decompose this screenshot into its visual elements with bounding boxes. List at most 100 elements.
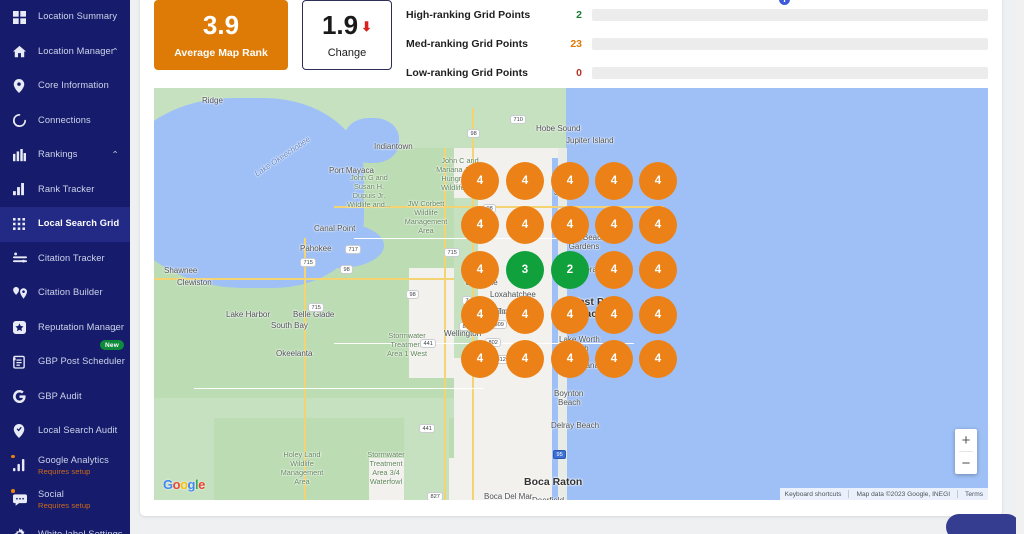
road-shield: 98 — [467, 129, 481, 138]
sidebar-item-label: White-label Settings — [38, 528, 123, 534]
change-value: 1.9 — [321, 9, 359, 40]
road-shield: 827 — [427, 492, 444, 500]
connections-icon — [13, 113, 30, 128]
sidebar-item-label: Citation Tracker — [38, 252, 105, 263]
grid-rank-pin[interactable]: 4 — [595, 340, 633, 378]
sidebar-item-text: Core Information — [38, 81, 109, 91]
analytics-icon — [13, 458, 30, 473]
grid-rank-pin[interactable]: 4 — [461, 340, 499, 378]
grid-stat-row: Med-ranking Grid Points 23 — [406, 29, 988, 58]
grid-stat-count: 23 — [570, 37, 582, 50]
grid-rank-pin[interactable]: 4 — [506, 162, 544, 200]
grid-rank-pin[interactable]: 4 — [639, 340, 677, 378]
grid-rank-pin[interactable]: 4 — [551, 162, 589, 200]
grid-rank-pin[interactable]: 4 — [551, 206, 589, 244]
grid-rank-pin[interactable]: 4 — [551, 340, 589, 378]
grid-rank-pin[interactable]: 4 — [595, 251, 633, 289]
sidebar-item-social[interactable]: Social Requires setup — [0, 483, 130, 518]
grid-stat-row: Low-ranking Grid Points 0 — [406, 58, 988, 87]
sidebar-item-label: Location Manager — [38, 45, 115, 56]
grid-rank-pin[interactable]: 4 — [639, 251, 677, 289]
grid-rank-pin[interactable]: 4 — [551, 296, 589, 334]
grid-rank-pin[interactable]: 4 — [639, 296, 677, 334]
sidebar-item-label: Social — [38, 489, 64, 500]
sidebar-nav: Location Summary Location Manager ⌃ Core In… — [0, 0, 130, 534]
grid-stat-row: High-ranking Grid Points 2 — [406, 0, 988, 29]
map-road-local-3 — [194, 388, 484, 389]
keyboard-shortcuts-link[interactable]: Keyboard shortcuts — [785, 491, 842, 498]
road-shield: 715 — [444, 248, 461, 257]
sidebar-item-citation-builder[interactable]: Citation Builder — [0, 276, 130, 311]
sidebar-item-rankings[interactable]: Rankings ⌃ — [0, 138, 130, 173]
grid-rank-pin[interactable]: 2 — [551, 251, 589, 289]
dot-grid-icon — [13, 217, 30, 232]
floating-action-button[interactable] — [946, 514, 1020, 534]
grid-rank-pin[interactable]: 4 — [595, 206, 633, 244]
sidebar-item-connections[interactable]: Connections — [0, 104, 130, 139]
sidebar-item-rank-tracker[interactable]: Rank Tracker — [0, 173, 130, 208]
page-scrollbar[interactable] — [1016, 0, 1024, 534]
sidebar-item-label: Connections — [38, 114, 91, 125]
zoom-out-button[interactable]: − — [955, 452, 977, 474]
change-value-wrap: 1.9 ⬇ — [322, 12, 372, 38]
map-container[interactable]: Ridge Lake Okeechobee Indiantown Port Mayac… — [154, 88, 988, 500]
alert-dot-icon — [11, 454, 15, 458]
grid-stat-bar-track — [592, 37, 988, 50]
grid-point-distribution: i High-ranking Grid Points2Med-ranking G… — [406, 0, 988, 87]
sidebar-item-label: Citation Builder — [38, 287, 103, 298]
road-shield: 95 — [553, 450, 567, 459]
grid-rank-pin[interactable]: 4 — [639, 162, 677, 200]
sidebar-item-label: Rank Tracker — [38, 183, 95, 194]
sidebar-item-label: Local Search Audit — [38, 425, 118, 436]
google-logo-letter: g — [187, 477, 196, 492]
zoom-in-button[interactable]: + — [955, 429, 977, 451]
map-zoom-controls[interactable]: + − — [955, 429, 977, 474]
grid-rank-pin[interactable]: 4 — [461, 206, 499, 244]
bar-chart-icon — [13, 148, 30, 163]
road-shield: 717 — [345, 245, 362, 254]
sidebar-item-core-information[interactable]: Core Information — [0, 69, 130, 104]
sidebar-item-text: Location Summary — [38, 12, 117, 22]
grid-rank-pin[interactable]: 4 — [506, 296, 544, 334]
grid-rank-pin[interactable]: 4 — [461, 296, 499, 334]
grid-rank-pin[interactable]: 4 — [506, 206, 544, 244]
grid-stat-label: High-ranking Grid Points — [406, 8, 531, 21]
sidebar-item-gbp-post-scheduler[interactable]: GBP Post Scheduler New — [0, 340, 130, 380]
map-road-80 — [154, 278, 454, 280]
sidebar-item-google-analytics[interactable]: Google Analytics Requires setup — [0, 449, 130, 484]
google-logo-letter: e — [198, 477, 205, 492]
google-logo: Google — [163, 477, 205, 492]
chevron-down-icon[interactable]: ⌄ — [111, 323, 119, 332]
main-area: 3.9 Average Map Rank 1.9 ⬇ Change i High… — [130, 0, 1024, 534]
sidebar-item-local-search-audit[interactable]: Local Search Audit — [0, 414, 130, 449]
attrib-divider-2 — [957, 490, 959, 498]
road-shield: 710 — [510, 115, 527, 124]
grid-rank-pin[interactable]: 3 — [506, 251, 544, 289]
sidebar-item-location-summary[interactable]: Location Summary — [0, 0, 130, 35]
sidebar-item-label: Core Information — [38, 80, 109, 91]
sidebar-item-citation-tracker[interactable]: Citation Tracker — [0, 242, 130, 277]
grid-stat-count: 2 — [576, 8, 582, 21]
sidebar-item-sublabel: Requires setup — [38, 466, 91, 476]
grid-rank-pin[interactable]: 4 — [639, 206, 677, 244]
map-canvas[interactable]: Ridge Lake Okeechobee Indiantown Port Mayac… — [154, 88, 988, 500]
grid-rank-pin[interactable]: 4 — [595, 162, 633, 200]
grid-rank-pin[interactable]: 4 — [461, 162, 499, 200]
alert-dot-icon — [11, 489, 15, 493]
sidebar-item-gbp-audit[interactable]: GBP Audit — [0, 380, 130, 415]
grid-rank-pin[interactable]: 4 — [506, 340, 544, 378]
grid-rank-pin[interactable]: 4 — [461, 251, 499, 289]
grid-rank-pin[interactable]: 4 — [595, 296, 633, 334]
new-badge: New — [100, 340, 124, 350]
grid-stat-count: 0 — [576, 66, 582, 79]
chat-bubble-icon — [13, 493, 30, 508]
chevron-up-icon[interactable]: ⌃ — [111, 150, 119, 160]
sidebar-item-location-manager[interactable]: Location Manager ⌃ — [0, 35, 130, 70]
sidebar-item-text: Rankings — [38, 150, 78, 160]
map-atlantic-ocean — [566, 88, 976, 500]
sidebar-item-white-label-settings[interactable]: White-label Settings — [0, 518, 130, 534]
chevron-up-icon[interactable]: ⌃ — [111, 47, 119, 56]
terms-link[interactable]: Terms — [965, 491, 983, 498]
sidebar-item-label: GBP Audit — [38, 390, 82, 401]
sidebar-item-local-search-grid[interactable]: Local Search Grid — [0, 207, 130, 242]
